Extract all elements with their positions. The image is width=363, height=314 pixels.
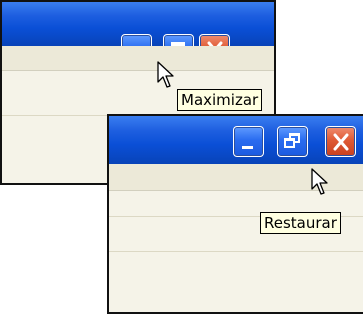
tooltip-restore: Restaurar — [260, 212, 341, 234]
close-button[interactable] — [325, 126, 356, 157]
mouse-pointer-icon — [157, 61, 174, 88]
window-client-area — [109, 191, 363, 312]
tooltip-maximize: Maximizar — [177, 89, 263, 111]
divider — [109, 251, 363, 252]
mouse-pointer-icon — [311, 168, 328, 195]
title-bar[interactable] — [109, 116, 363, 164]
restore-button[interactable] — [277, 126, 308, 157]
close-icon — [333, 133, 349, 151]
menu-bar — [2, 46, 274, 71]
restore-icon — [284, 138, 295, 148]
minimize-icon — [242, 146, 253, 149]
minimize-button[interactable] — [233, 126, 264, 157]
title-bar[interactable] — [2, 2, 274, 65]
